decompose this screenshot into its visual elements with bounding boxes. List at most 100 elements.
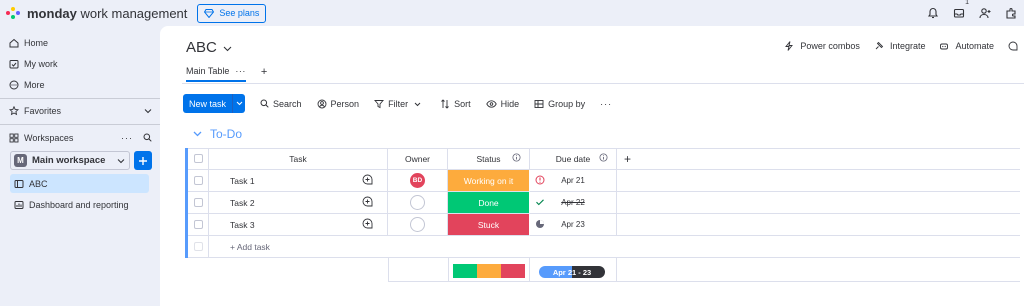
inbox-icon[interactable]: 1 bbox=[946, 0, 972, 26]
sidebar-item-my-work[interactable]: My work bbox=[8, 55, 152, 73]
sidebar-item-workspaces[interactable]: Workspaces ··· bbox=[8, 129, 152, 147]
status-cell[interactable]: Stuck bbox=[448, 214, 530, 236]
status-distribution-segment bbox=[453, 264, 477, 278]
check-icon bbox=[535, 197, 545, 209]
see-plans-button[interactable]: See plans bbox=[197, 3, 267, 23]
row-checkbox[interactable] bbox=[193, 198, 203, 207]
power-combos-button[interactable]: Power combos bbox=[785, 41, 860, 51]
task-name-cell[interactable]: Task 1 bbox=[209, 170, 388, 192]
column-header-owner[interactable]: Owner bbox=[388, 148, 448, 170]
brand-name: monday bbox=[27, 5, 77, 21]
task-name[interactable]: Task 2 bbox=[230, 198, 255, 208]
more-circle-icon bbox=[8, 80, 20, 90]
task-name-cell[interactable]: Task 3 bbox=[209, 214, 388, 236]
apps-icon[interactable] bbox=[998, 0, 1024, 26]
workspace-avatar: M bbox=[14, 154, 27, 167]
board-title-text: ABC bbox=[186, 39, 217, 56]
due-date-text: Apr 22 bbox=[561, 198, 585, 207]
new-task-label: New task bbox=[189, 98, 227, 109]
bell-icon[interactable] bbox=[920, 0, 946, 26]
board-title[interactable]: ABC bbox=[186, 39, 232, 56]
updates-icon[interactable] bbox=[1008, 41, 1024, 51]
owner-cell[interactable] bbox=[388, 214, 448, 236]
column-header-task[interactable]: Task bbox=[209, 148, 388, 170]
workspace-selector[interactable]: M Main workspace bbox=[10, 151, 130, 170]
monday-logo[interactable]: monday work management bbox=[6, 6, 187, 21]
power-combos-label: Power combos bbox=[800, 41, 860, 51]
due-date-cell[interactable]: Apr 21 bbox=[530, 170, 617, 192]
sidebar-item-board-abc[interactable]: ABC bbox=[10, 174, 149, 193]
sort-button[interactable]: Sort bbox=[440, 99, 471, 109]
select-all-checkbox[interactable] bbox=[193, 154, 203, 163]
chevron-down-icon[interactable] bbox=[193, 131, 202, 137]
add-view-button[interactable]: + bbox=[261, 66, 267, 78]
column-header-status[interactable]: Status bbox=[448, 148, 530, 170]
row-checkbox[interactable] bbox=[193, 220, 203, 229]
search-button[interactable]: Search bbox=[260, 99, 302, 109]
integrate-label: Integrate bbox=[889, 41, 926, 51]
sidebar-item-home[interactable]: Home bbox=[8, 34, 152, 52]
empty-cell bbox=[617, 192, 1020, 214]
chevron-down-icon[interactable] bbox=[414, 99, 425, 109]
hide-button[interactable]: Hide bbox=[485, 99, 519, 109]
owner-cell[interactable]: BD bbox=[388, 170, 448, 192]
sidebar-item-label: More bbox=[24, 80, 45, 90]
tabs-divider bbox=[182, 83, 1024, 84]
sidebar-item-label: Workspaces bbox=[24, 133, 74, 143]
task-name[interactable]: Task 3 bbox=[230, 220, 255, 230]
add-column-button[interactable]: + bbox=[617, 148, 1020, 170]
monday-logo-icon bbox=[6, 7, 22, 19]
add-row-checkbox bbox=[193, 242, 203, 251]
new-task-button[interactable]: New task bbox=[183, 94, 246, 113]
board-icon bbox=[13, 179, 25, 189]
person-filter-button[interactable]: Person bbox=[317, 99, 359, 109]
add-update-icon[interactable] bbox=[362, 174, 373, 187]
date-range-pill[interactable]: Apr 21 - 23 bbox=[539, 266, 605, 278]
group-header[interactable]: To-Do bbox=[193, 127, 242, 141]
info-icon[interactable] bbox=[512, 153, 521, 164]
sidebar-item-more[interactable]: More bbox=[8, 76, 152, 94]
due-date-cell[interactable]: Apr 23 bbox=[530, 214, 617, 236]
automate-button[interactable]: Automate bbox=[939, 41, 994, 51]
more-options-icon[interactable]: ··· bbox=[600, 99, 612, 109]
chevron-down-icon bbox=[117, 156, 125, 166]
task-name[interactable]: Task 1 bbox=[230, 176, 255, 186]
due-date-text: Apr 21 bbox=[561, 176, 585, 185]
tab-main-table[interactable]: Main Table ··· bbox=[186, 66, 246, 82]
filter-button[interactable]: Filter bbox=[374, 99, 425, 109]
eye-icon bbox=[485, 99, 497, 108]
column-header-status-label: Status bbox=[476, 153, 501, 164]
integrate-icon bbox=[875, 41, 884, 50]
sidebar-item-favorites[interactable]: Favorites bbox=[8, 102, 152, 120]
add-update-icon[interactable] bbox=[362, 218, 373, 231]
inbox-count: 1 bbox=[965, 0, 969, 6]
add-task-input[interactable]: + Add task bbox=[209, 236, 1020, 258]
invite-members-icon[interactable] bbox=[972, 0, 998, 26]
more-options-icon[interactable]: ··· bbox=[121, 133, 133, 143]
filter-label: Filter bbox=[388, 98, 409, 109]
tab-more-icon[interactable]: ··· bbox=[235, 66, 246, 76]
status-cell[interactable]: Done bbox=[448, 192, 530, 214]
sidebar-item-dashboard[interactable]: Dashboard and reporting bbox=[13, 196, 152, 214]
sidebar-item-label: Home bbox=[24, 38, 49, 48]
task-name-cell[interactable]: Task 2 bbox=[209, 192, 388, 214]
sidebar-item-label: My work bbox=[24, 59, 58, 69]
sidebar-item-label: Favorites bbox=[24, 106, 62, 116]
group-by-button[interactable]: Group by bbox=[534, 99, 585, 109]
chevron-down-icon[interactable] bbox=[144, 106, 152, 116]
chevron-down-icon[interactable] bbox=[232, 94, 245, 113]
integrate-button[interactable]: Integrate bbox=[874, 41, 926, 51]
owner-cell[interactable] bbox=[388, 192, 448, 214]
group-title[interactable]: To-Do bbox=[210, 127, 242, 141]
board-views-tabs: Main Table ··· + bbox=[186, 66, 267, 82]
row-checkbox[interactable] bbox=[193, 176, 203, 185]
status-cell[interactable]: Working on it bbox=[448, 170, 530, 192]
info-icon[interactable] bbox=[599, 153, 608, 164]
search-icon[interactable] bbox=[143, 133, 152, 144]
add-workspace-item-button[interactable] bbox=[134, 151, 152, 170]
sidebar-item-label: Dashboard and reporting bbox=[29, 200, 129, 210]
add-update-icon[interactable] bbox=[362, 196, 373, 209]
due-date-cell[interactable]: Apr 22 bbox=[530, 192, 617, 214]
status-distribution-bar[interactable] bbox=[453, 264, 525, 278]
column-header-due-date[interactable]: Due date bbox=[530, 148, 617, 170]
